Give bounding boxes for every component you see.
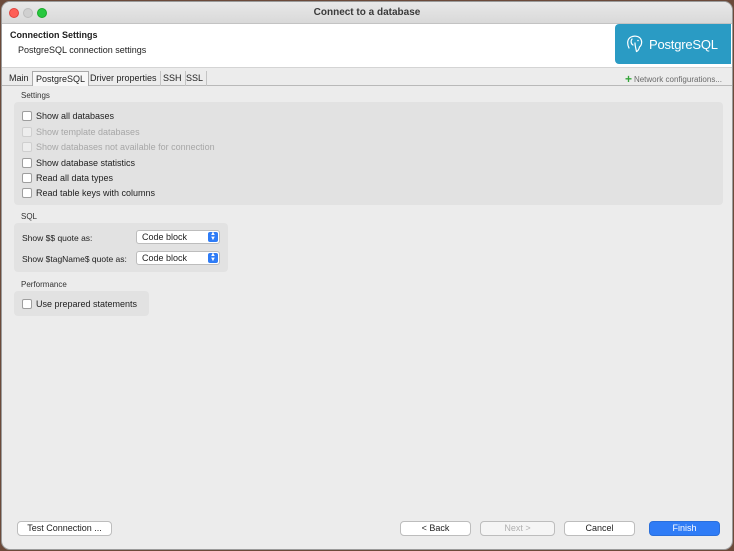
option-label: Show databases not available for connect… [36, 142, 215, 152]
option-label: Use prepared statements [36, 299, 138, 309]
show-template-databases-option: Show template databases [22, 126, 140, 138]
tab-postgresql[interactable]: PostgreSQL [32, 71, 90, 86]
option-label: Show template databases [36, 127, 140, 137]
show-database-statistics-checkbox[interactable] [22, 158, 32, 168]
option-label: Read table keys with columns [36, 188, 156, 198]
show-database-statistics-option[interactable]: Show database statistics [22, 157, 135, 169]
logo-text: PostgreSQL [649, 36, 718, 52]
next-button: Next > [480, 521, 555, 536]
show-all-databases-checkbox[interactable] [22, 111, 32, 121]
settings-section-label: Settings [21, 91, 50, 100]
read-table-keys-option[interactable]: Read table keys with columns [22, 187, 155, 199]
dialog-header: Connection Settings PostgreSQL connectio… [2, 24, 732, 68]
dollar-quote-select[interactable]: Code block ▲ ▼ [136, 230, 220, 244]
header-title: Connection Settings [10, 30, 98, 40]
tab-ssl[interactable]: SSL [183, 71, 208, 86]
cancel-button[interactable]: Cancel [564, 521, 635, 536]
header-subtitle: PostgreSQL connection settings [18, 45, 147, 55]
window-title: Connect to a database [313, 7, 421, 18]
show-unavailable-databases-option: Show databases not available for connect… [22, 141, 215, 153]
back-button[interactable]: < Back [400, 521, 471, 536]
title-bar[interactable]: Connect to a database [2, 2, 732, 24]
network-configurations-link[interactable]: + Network configurations... [625, 72, 722, 86]
read-table-keys-checkbox[interactable] [22, 188, 32, 198]
finish-button[interactable]: Finish [649, 521, 720, 536]
sql-section-label: SQL [21, 212, 38, 221]
show-unavailable-databases-checkbox [22, 142, 32, 152]
tab-bar: Main PostgreSQL Driver properties SSH SS… [2, 69, 732, 86]
updown-arrows-icon: ▲ ▼ [208, 231, 218, 242]
test-connection-button[interactable]: Test Connection ... [17, 521, 112, 536]
tagname-quote-select[interactable]: Code block ▲ ▼ [136, 251, 220, 265]
performance-section-label: Performance [21, 280, 67, 289]
option-label: Show database statistics [36, 158, 136, 168]
dollar-quote-value: Code block [142, 232, 188, 242]
connect-dialog: Connect to a database Connection Setting… [1, 1, 733, 550]
tagname-quote-value: Code block [142, 253, 188, 263]
read-all-data-types-checkbox[interactable] [22, 173, 32, 183]
network-configurations-label: Network configurations... [633, 75, 722, 84]
option-label: Show all databases [36, 111, 115, 121]
read-all-data-types-option[interactable]: Read all data types [22, 172, 113, 184]
tagname-quote-label: Show $tagName$ quote as: [22, 254, 127, 264]
use-prepared-statements-option[interactable]: Use prepared statements [22, 298, 137, 310]
show-template-databases-checkbox [22, 127, 32, 137]
show-all-databases-option[interactable]: Show all databases [22, 110, 114, 122]
dollar-quote-label: Show $$ quote as: [22, 233, 93, 243]
elephant-icon [627, 35, 643, 53]
updown-arrows-icon: ▲ ▼ [208, 252, 218, 263]
postgresql-logo: PostgreSQL [615, 24, 731, 64]
use-prepared-statements-checkbox[interactable] [22, 299, 32, 309]
option-label: Read all data types [36, 173, 114, 183]
button-bar: Test Connection ... < Back Next > Cancel… [2, 508, 732, 549]
tab-main[interactable]: Main [6, 71, 33, 86]
tab-driver-properties[interactable]: Driver properties [87, 71, 161, 86]
plus-icon: + [624, 72, 632, 86]
tab-ssh[interactable]: SSH [160, 71, 186, 86]
